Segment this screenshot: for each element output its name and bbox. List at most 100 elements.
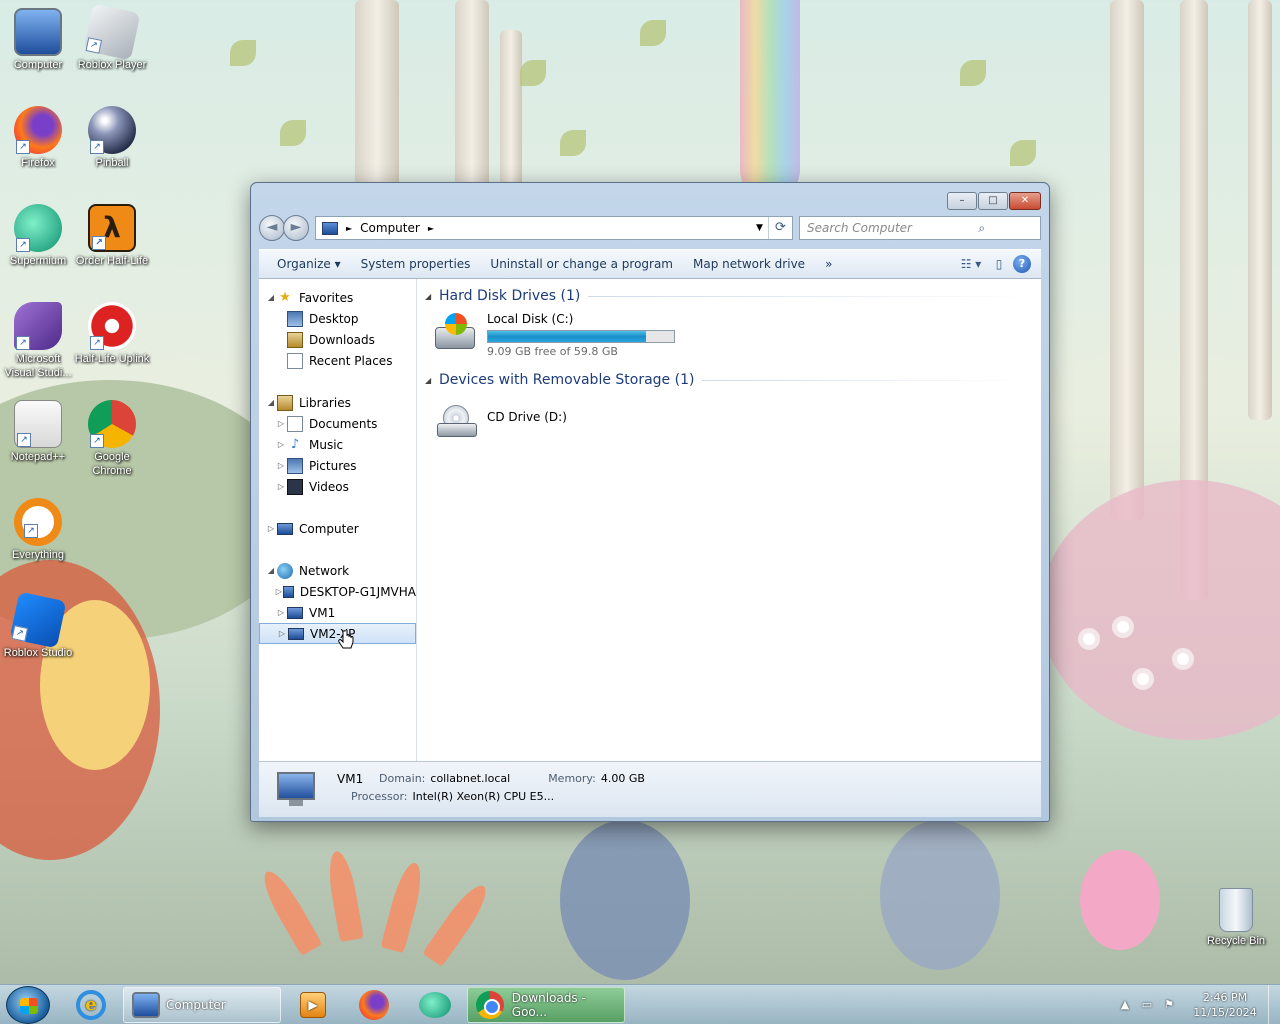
nav-network-desktop-g1jmvha[interactable]: ▷ DESKTOP-G1JMVHA xyxy=(259,581,416,602)
show-hidden-icons-icon[interactable]: ▲ xyxy=(1114,998,1136,1011)
desktop-icon-everything[interactable]: ↗ Everything xyxy=(0,498,76,562)
uninstall-program-button[interactable]: Uninstall or change a program xyxy=(480,249,683,279)
nav-computer[interactable]: ▷ Computer xyxy=(259,518,416,539)
nav-pictures[interactable]: ▷ Pictures xyxy=(259,455,416,476)
details-processor-label: Processor: xyxy=(351,790,408,803)
explorer-window[interactable]: – □ ✕ ◄ ► ► Computer ► ▼ ⟳ Search Comput… xyxy=(250,182,1050,822)
taskbar-task-downloads[interactable]: Downloads - Goo... xyxy=(467,986,625,1023)
collapsed-arrow-icon[interactable]: ▷ xyxy=(275,419,287,428)
expand-arrow-icon[interactable]: ◢ xyxy=(265,398,277,407)
drive-cd-d[interactable]: CD Drive (D:) xyxy=(425,391,1033,449)
nav-favorites[interactable]: ◢ ★ Favorites xyxy=(259,287,416,308)
more-commands-button[interactable]: » xyxy=(815,249,842,279)
computer-icon xyxy=(132,991,160,1018)
preview-pane-icon[interactable]: ▯ xyxy=(985,257,1013,271)
group-header-removable-storage[interactable]: ◢ Devices with Removable Storage (1) xyxy=(425,369,1033,391)
shortcut-arrow-icon: ↗ xyxy=(17,433,31,447)
minimize-button[interactable]: – xyxy=(947,192,977,210)
show-desktop-button[interactable] xyxy=(1268,984,1280,1024)
desktop-icon-computer[interactable]: Computer xyxy=(0,8,76,72)
nav-network-vm1[interactable]: ▷ VM1 xyxy=(259,602,416,623)
address-dropdown-icon[interactable]: ▼ xyxy=(750,223,768,233)
collapsed-arrow-icon[interactable]: ▷ xyxy=(276,629,288,638)
clock-time: 2:46 PM xyxy=(1202,990,1248,1004)
collapsed-arrow-icon[interactable]: ▷ xyxy=(275,482,287,491)
collapse-arrow-icon[interactable]: ◢ xyxy=(425,376,439,385)
desktop-icon-order-half-life[interactable]: λ ↗ Order Half-Life xyxy=(74,204,150,268)
breadcrumb-computer[interactable]: Computer xyxy=(360,221,420,235)
half-life-icon: λ ↗ xyxy=(88,204,136,252)
group-header-hard-disk-drives[interactable]: ◢ Hard Disk Drives (1) xyxy=(425,285,1033,307)
nav-downloads[interactable]: Downloads xyxy=(259,329,416,350)
desktop-icon-recycle-bin[interactable]: Recycle Bin xyxy=(1198,888,1274,948)
breadcrumb-separator-icon[interactable]: ► xyxy=(346,224,352,233)
taskbar-supermium[interactable] xyxy=(406,987,464,1023)
organize-button[interactable]: Organize ▾ xyxy=(267,249,351,279)
taskbar-task-computer[interactable]: Computer xyxy=(123,986,281,1023)
shortcut-arrow-icon: ↗ xyxy=(16,140,30,154)
refresh-icon[interactable]: ⟳ xyxy=(768,217,792,239)
desktop-icon-google-chrome[interactable]: ↗ Google Chrome xyxy=(74,400,150,478)
taskbar-internet-explorer[interactable]: e xyxy=(62,987,120,1023)
back-button[interactable]: ◄ xyxy=(259,215,285,241)
roblox-studio-icon: ↗ xyxy=(9,591,67,649)
desktop-icon-roblox-player[interactable]: ↗ Roblox Player xyxy=(74,3,150,72)
nav-desktop[interactable]: Desktop xyxy=(259,308,416,329)
change-view-icon[interactable]: ☷ ▾ xyxy=(957,257,985,271)
chrome-icon xyxy=(476,990,504,1019)
network-status-icon[interactable]: ▭ xyxy=(1136,998,1158,1011)
forward-button[interactable]: ► xyxy=(283,215,309,241)
help-icon[interactable]: ? xyxy=(1013,255,1031,273)
drive-name: Local Disk (C:) xyxy=(487,312,574,326)
drive-local-disk-c[interactable]: Local Disk (C:) 9.09 GB free of 59.8 GB xyxy=(425,307,1033,365)
breadcrumb-separator-icon[interactable]: ► xyxy=(428,224,434,233)
desktop-icon-visual-studio[interactable]: ↗ Microsoft Visual Studi... xyxy=(0,302,76,380)
recent-places-icon xyxy=(287,352,303,369)
collapsed-arrow-icon[interactable]: ▷ xyxy=(275,461,287,470)
desktop-icon-half-life-uplink[interactable]: ↗ Half-Life Uplink xyxy=(74,302,150,366)
expand-arrow-icon[interactable]: ◢ xyxy=(265,293,277,302)
nav-network-vm2-xp[interactable]: ▷ VM2-XP xyxy=(259,623,416,644)
pictures-icon xyxy=(287,457,303,474)
address-bar[interactable]: ► Computer ► ▼ ⟳ xyxy=(315,216,793,240)
maximize-button[interactable]: □ xyxy=(978,192,1008,210)
documents-icon xyxy=(287,415,303,432)
search-icon[interactable]: ⌕ xyxy=(924,221,1041,236)
visual-studio-icon: ↗ xyxy=(14,302,62,350)
desktop-icon-supermium[interactable]: ↗ Supermium xyxy=(0,204,76,268)
desktop-icon-roblox-studio[interactable]: ↗ Roblox Studio xyxy=(0,591,76,660)
collapsed-arrow-icon[interactable]: ▷ xyxy=(275,587,283,596)
nav-recent-places[interactable]: Recent Places xyxy=(259,350,416,371)
shortcut-arrow-icon: ↗ xyxy=(11,625,29,642)
navigation-pane[interactable]: ◢ ★ Favorites Desktop Downloads Recent P… xyxy=(259,279,417,761)
collapsed-arrow-icon[interactable]: ▷ xyxy=(265,524,277,533)
system-properties-button[interactable]: System properties xyxy=(351,249,481,279)
nav-network[interactable]: ◢ Network xyxy=(259,560,416,581)
nav-documents[interactable]: ▷ Documents xyxy=(259,413,416,434)
desktop-icon-notepadpp[interactable]: ↗ Notepad++ xyxy=(0,400,76,464)
roblox-icon: ↗ xyxy=(83,3,141,61)
expand-arrow-icon[interactable]: ◢ xyxy=(265,566,277,575)
action-center-flag-icon[interactable]: ⚑ xyxy=(1158,998,1180,1011)
nav-music[interactable]: ▷ ♪ Music xyxy=(259,434,416,455)
chrome-icon: ↗ xyxy=(88,400,136,448)
clock[interactable]: 2:46 PM 11/15/2024 xyxy=(1188,990,1262,1020)
explorer-body: ◢ ★ Favorites Desktop Downloads Recent P… xyxy=(259,279,1041,761)
collapse-arrow-icon[interactable]: ◢ xyxy=(425,292,439,301)
close-button[interactable]: ✕ xyxy=(1009,192,1041,210)
map-network-drive-button[interactable]: Map network drive xyxy=(683,249,815,279)
taskbar-media-player[interactable]: ▶ xyxy=(284,987,342,1023)
nav-videos[interactable]: ▷ Videos xyxy=(259,476,416,497)
content-pane[interactable]: ◢ Hard Disk Drives (1) Local Disk (C:) 9… xyxy=(417,279,1041,761)
desktop-icon-firefox[interactable]: ↗ Firefox xyxy=(0,106,76,170)
network-computer-icon xyxy=(275,770,319,808)
collapsed-arrow-icon[interactable]: ▷ xyxy=(275,440,287,449)
search-input[interactable]: Search Computer xyxy=(807,221,924,235)
start-button[interactable] xyxy=(6,985,50,1024)
desktop-icon-pinball[interactable]: ↗ Pinball xyxy=(74,106,150,170)
taskbar-firefox[interactable] xyxy=(345,987,403,1023)
shortcut-arrow-icon: ↗ xyxy=(92,236,106,250)
nav-libraries[interactable]: ◢ Libraries xyxy=(259,392,416,413)
search-box[interactable]: Search Computer ⌕ xyxy=(799,216,1041,240)
collapsed-arrow-icon[interactable]: ▷ xyxy=(275,608,287,617)
